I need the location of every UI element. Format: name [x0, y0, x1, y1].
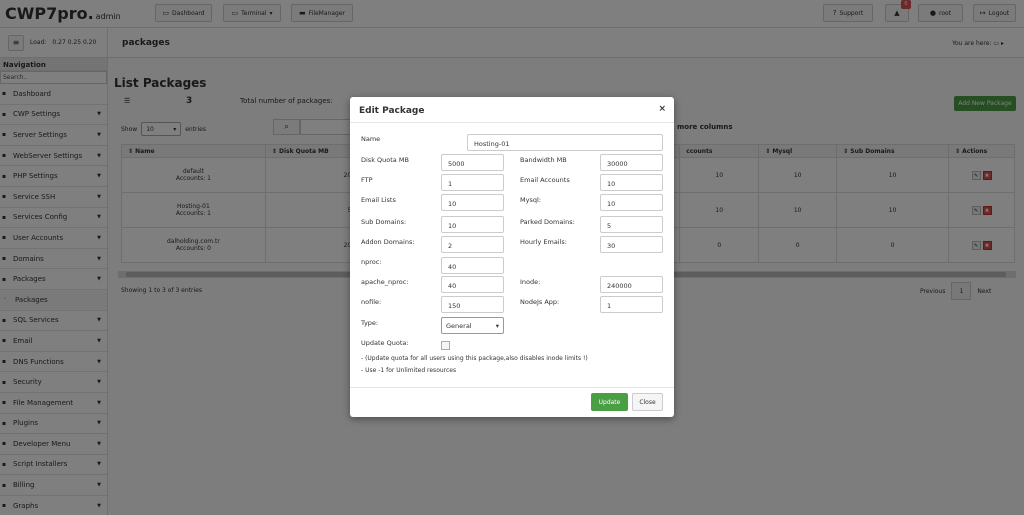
nofile-input[interactable]: 150 — [441, 296, 504, 313]
nproc-label: nproc: — [361, 258, 382, 266]
name-label: Name — [361, 135, 381, 143]
parked-domains-input[interactable]: 5 — [600, 216, 663, 233]
nodejs-app-label: NodeJs App: — [520, 298, 560, 306]
email-accounts-label: Email Accounts — [520, 176, 570, 184]
email-accounts-input[interactable]: 10 — [600, 174, 663, 191]
mysql-label: Mysql: — [520, 196, 541, 204]
update-button[interactable]: Update — [591, 393, 628, 411]
sub-domains-input[interactable]: 10 — [441, 216, 504, 233]
update-quota-label: Update Quota: — [361, 339, 409, 347]
disk-quota-input[interactable]: 5000 — [441, 154, 504, 171]
apache-nproc-input[interactable]: 40 — [441, 276, 504, 293]
inode-input[interactable]: 240000 — [600, 276, 663, 293]
name-input[interactable]: Hosting-01 — [467, 134, 663, 151]
bandwidth-label: Bandwidth MB — [520, 156, 567, 164]
modal-title: Edit Package — [359, 106, 425, 116]
chevron-down-icon: ▾ — [495, 321, 499, 330]
note-unlimited: - Use -1 for Unlimited resources — [361, 367, 457, 374]
hourly-emails-input[interactable]: 30 — [600, 236, 663, 253]
sub-domains-label: Sub Domains: — [361, 218, 407, 226]
parked-domains-label: Parked Domains: — [520, 218, 575, 226]
email-lists-label: Email Lists — [361, 196, 396, 204]
email-lists-input[interactable]: 10 — [441, 194, 504, 211]
apache-nproc-label: apache_nproc: — [361, 278, 409, 286]
addon-domains-input[interactable]: 2 — [441, 236, 504, 253]
hourly-emails-label: Hourly Emails: — [520, 238, 567, 246]
update-quota-checkbox[interactable] — [441, 341, 450, 350]
addon-domains-label: Addon Domains: — [361, 238, 415, 246]
ftp-input[interactable]: 1 — [441, 174, 504, 191]
ftp-label: FTP — [361, 176, 373, 184]
close-icon[interactable]: × — [658, 104, 666, 114]
edit-package-modal: Edit Package × Name Hosting-01 Disk Quot… — [350, 97, 674, 417]
note-update-quota: - (Update quota for all users using this… — [361, 355, 588, 362]
nproc-input[interactable]: 40 — [441, 257, 504, 274]
modal-footer — [350, 387, 674, 388]
inode-label: Inode: — [520, 278, 541, 286]
type-select[interactable]: General ▾ — [441, 317, 504, 334]
modal-header: Edit Package × — [350, 97, 674, 123]
bandwidth-input[interactable]: 30000 — [600, 154, 663, 171]
type-label: Type: — [361, 319, 379, 327]
disk-quota-label: Disk Quota MB — [361, 156, 409, 164]
nofile-label: nofile: — [361, 298, 382, 306]
mysql-input[interactable]: 10 — [600, 194, 663, 211]
close-button[interactable]: Close — [632, 393, 663, 411]
nodejs-app-input[interactable]: 1 — [600, 296, 663, 313]
